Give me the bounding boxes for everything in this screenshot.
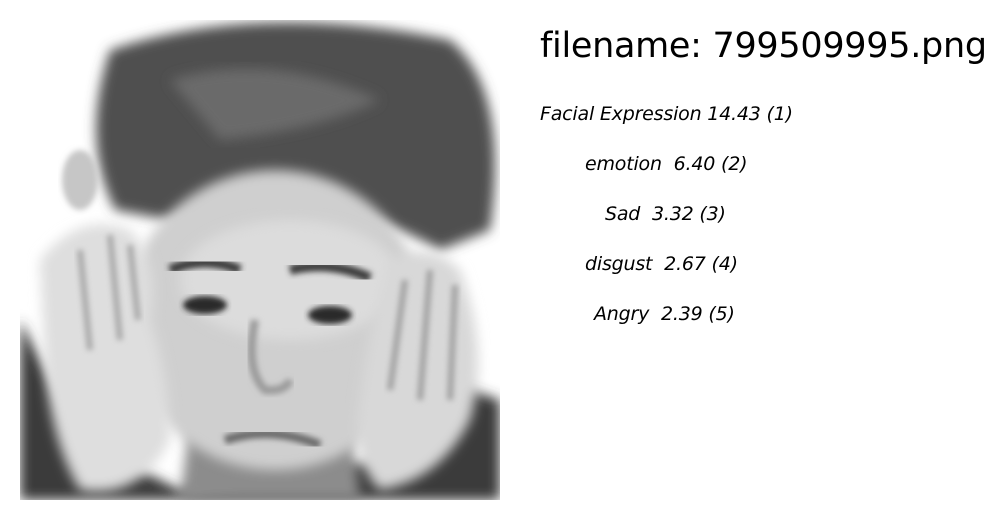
label-row: disgust 2.67 (4) <box>585 252 738 276</box>
label-rank: (4) <box>711 253 739 275</box>
label-score: 2.39 <box>661 303 703 325</box>
filename-heading: filename: 799509995.png <box>540 24 987 68</box>
label-row: Facial Expression 14.43 (1) <box>540 102 793 126</box>
label-rank: (1) <box>766 103 794 125</box>
label-name: Sad <box>605 203 641 225</box>
label-score: 3.32 <box>652 203 694 225</box>
filename-value: 799509995.png <box>712 26 987 66</box>
label-name: emotion <box>585 153 662 175</box>
label-row: emotion 6.40 (2) <box>585 152 748 176</box>
filename-prefix: filename: <box>540 26 702 66</box>
label-score: 14.43 <box>707 103 761 125</box>
label-row: Angry 2.39 (5) <box>594 302 735 326</box>
label-name: disgust <box>585 253 653 275</box>
label-name: Facial Expression <box>540 103 702 125</box>
label-rank: (5) <box>708 303 735 325</box>
label-rank: (3) <box>699 203 726 225</box>
label-rank: (2) <box>721 153 748 175</box>
label-score: 6.40 <box>673 153 716 175</box>
photo-boy-hands-on-head <box>20 20 500 500</box>
label-score: 2.67 <box>664 253 706 275</box>
grayscale-portrait-illustration <box>20 20 500 500</box>
label-row: Sad 3.32 (3) <box>605 202 726 226</box>
label-name: Angry <box>594 303 650 325</box>
